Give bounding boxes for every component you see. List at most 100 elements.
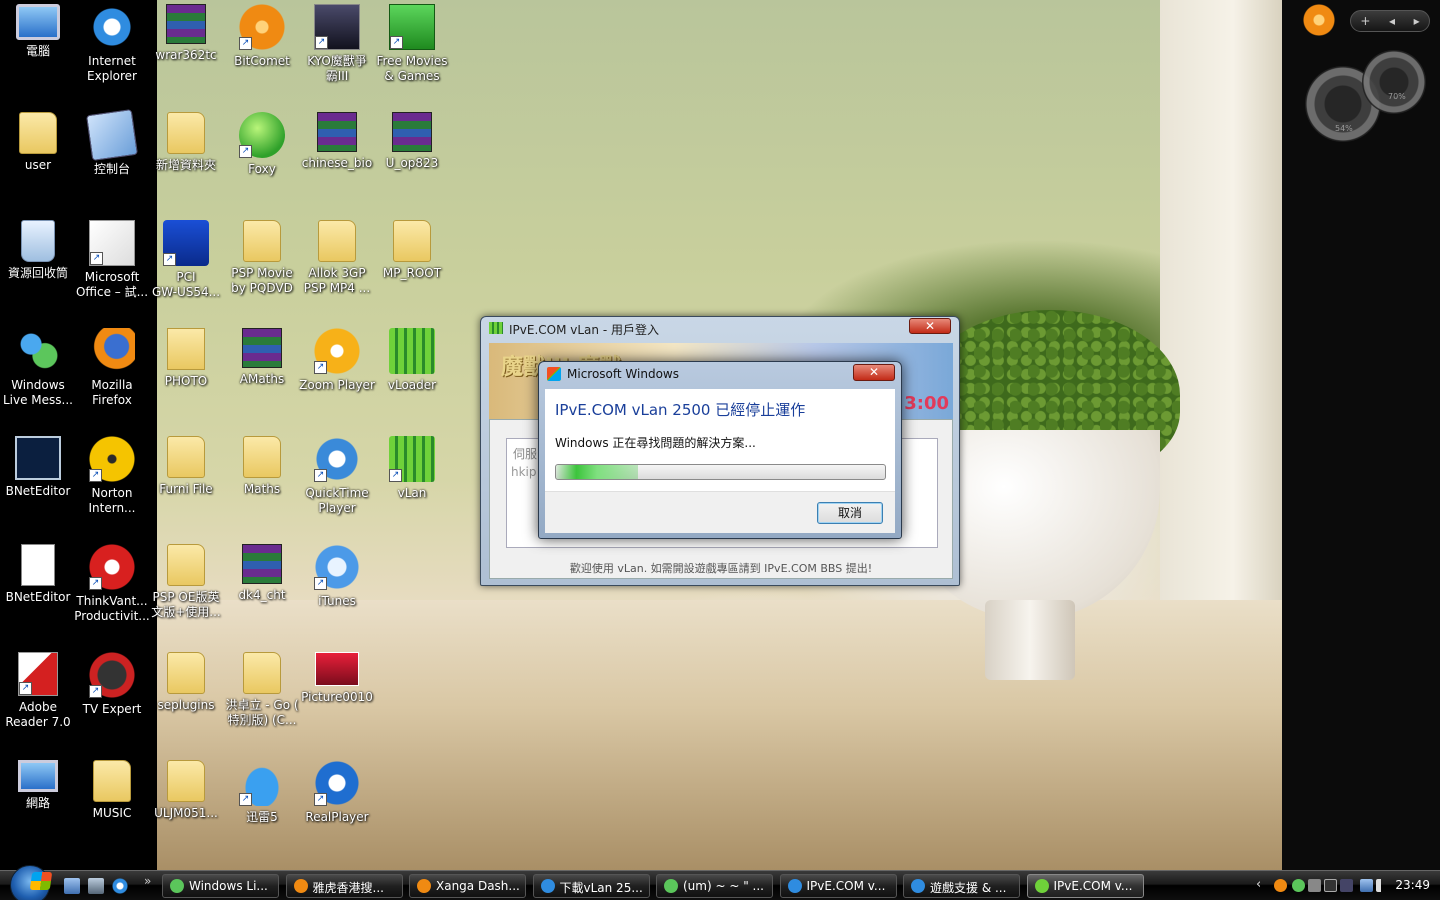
desktop-icon-label: ULJM051... [154,806,218,820]
desktop-icon-thunder5[interactable]: ↗ 迅雷5 [224,760,300,825]
desktop-icon-furni-file[interactable]: Furni File [148,436,224,497]
desktop-icon-label: AMaths [239,372,285,386]
desktop-icon-norton[interactable]: ↗ Norton Intern... [74,436,150,516]
desktop-icon-mp-root[interactable]: MP_ROOT [374,220,450,281]
desktop-icon-bneteditor-2[interactable]: BNetEditor [0,544,76,605]
desktop-icon-hung-go[interactable]: 洪卓立 - Go ( 特別版) (C... [224,652,300,728]
desktop-icon-maths[interactable]: Maths [224,436,300,497]
desktop-icon-label: Windows Live Mess... [2,378,73,407]
firefox-icon [89,328,135,374]
messenger-tray-icon[interactable] [1292,879,1305,892]
desktop-icon-music[interactable]: MUSIC [74,760,150,821]
cancel-button[interactable]: 取消 [817,502,883,524]
desktop-icon-adobe-reader[interactable]: ↗ Adobe Reader 7.0 [0,652,76,730]
desktop-icon-seplugins[interactable]: seplugins [148,652,224,713]
realplayer-icon: ↗ [314,760,360,806]
desktop-icon-vlan[interactable]: ↗ vLan [374,436,450,501]
desktop-icon-bitcomet[interactable]: ↗ BitComet [224,4,300,69]
taskbar-button[interactable]: IPvE.COM v... [779,874,897,898]
desktop-icon-new-folder[interactable]: 新增資料夾 [148,112,224,173]
desktop-icon-pci-gw-us54[interactable]: ↗ PCI GW-US54... [148,220,224,300]
desktop-icon-psp-movie[interactable]: PSP Movie by PQDVD [224,220,300,296]
desktop-icon-kyo-warcraft[interactable]: ↗ KYO魔獸爭 霸III [299,4,375,84]
desktop-icon-photo[interactable]: PHOTO [148,328,224,389]
desktop-icon-user[interactable]: user [0,112,76,173]
desktop-icon-windows-live-messenger[interactable]: Windows Live Mess... [0,328,76,408]
desktop-icon-u-op823[interactable]: U_op823 [374,112,450,171]
norton-icon: ↗ [89,436,135,482]
desktop-icon-label: U_op823 [385,156,439,170]
winrar-icon [242,328,282,368]
folder-icon [243,220,281,262]
show-hidden-icons-icon[interactable]: ‹ [1256,877,1261,892]
taskbar-button[interactable]: Xanga Dash... [409,874,526,898]
desktop-icon-quicktime[interactable]: ↗ QuickTime Player [299,436,375,516]
taskbar-button[interactable]: 下載vLan 25... [532,874,650,898]
desktop-icon-uljm051[interactable]: ULJM051... [148,760,224,821]
desktop-icon-realplayer[interactable]: ↗ RealPlayer [299,760,375,825]
internet-explorer-icon[interactable] [112,878,128,894]
add-gadget-button[interactable]: + [1360,14,1370,28]
image-thumbnail-icon [315,652,359,686]
desktop-icon-allok[interactable]: Allok 3GP PSP MP4 ... [299,220,375,296]
shortcut-arrow-icon: ↗ [89,685,102,698]
volume-icon[interactable] [1376,879,1389,892]
desktop-icon-mozilla-firefox[interactable]: Mozilla Firefox [74,328,150,408]
taskbar-button-label: IPvE.COM v... [806,879,886,893]
taskbar-button[interactable]: (um) ~ ~ " ... [656,874,773,898]
sidebar-controls: + ◂ ▸ [1350,10,1430,32]
desktop-icon-itunes[interactable]: ↗ iTunes [299,544,375,609]
desktop-icon-foxy[interactable]: ↗ Foxy [224,112,300,177]
previous-gadget-button[interactable]: ◂ [1389,14,1395,28]
taskbar-button[interactable]: IPvE.COM v... [1026,874,1144,898]
network-tray-icon[interactable] [1360,879,1373,892]
wallpaper-pot-stem [985,600,1075,680]
show-desktop-icon[interactable] [64,878,80,894]
desktop-icon-microsoft-office[interactable]: ↗ Microsoft Office – 試... [74,220,150,300]
messenger-icon [15,328,61,374]
folder-icon [393,220,431,262]
start-button[interactable] [10,865,53,900]
desktop-icon-dk4-cht[interactable]: dk4_cht [224,544,300,603]
desktop-icon-zoom-player[interactable]: ↗ Zoom Player [299,328,375,393]
shortcut-arrow-icon: ↗ [19,682,32,695]
desktop-icon-picture0010[interactable]: Picture0010 [299,652,375,705]
desktop-icon-thinkvantage[interactable]: ↗ ThinkVant... Productivit... [74,544,150,624]
desktop-icon-amaths[interactable]: AMaths [224,328,300,387]
error-dialog-titlebar[interactable]: Microsoft Windows ✕ [539,362,901,386]
error-dialog-close-button[interactable]: ✕ [853,364,895,381]
sidebar-bitcomet-icon[interactable] [1302,4,1336,36]
desktop-icon-vloader[interactable]: vLoader [374,328,450,393]
taskbar-button[interactable]: 雅虎香港搜... [285,874,403,898]
quick-launch-more-icon[interactable]: » [144,874,151,888]
desktop-icon-control-panel[interactable]: 控制台 [74,109,150,177]
clock[interactable]: 23:49 [1395,878,1430,892]
shortcut-arrow-icon: ↗ [239,793,252,806]
vlan-close-button[interactable]: ✕ [909,318,951,334]
vlan-titlebar[interactable]: IPvE.COM vLan - 用戶登入 ✕ [481,317,959,339]
desktop-icon-label: 新增資料夾 [155,158,216,172]
app-tray-icon[interactable] [1324,879,1337,892]
desktop-icon-free-movies[interactable]: ↗ Free Movies & Games [374,4,450,84]
desktop-icon-chinese-bio[interactable]: chinese_bio [299,112,375,171]
desktop-icon-network[interactable]: 網路 [0,760,76,811]
taskbar-button[interactable]: Windows Li... [162,874,279,898]
desktop-icon-computer[interactable]: 電腦 [0,4,76,59]
next-gadget-button[interactable]: ▸ [1414,14,1420,28]
desktop-icon-label: seplugins [157,698,215,712]
shortcut-arrow-icon: ↗ [89,577,102,590]
memory-meter-gadget[interactable]: 70% [1362,50,1426,114]
user-tray-icon[interactable] [1308,879,1321,892]
desktop-icon-psp-oe[interactable]: PSP OE版英 文版+使用... [148,544,224,620]
desktop-icon-wrar362tc[interactable]: wrar362tc [148,4,224,63]
settings-tray-icon[interactable] [1340,879,1353,892]
switch-windows-icon[interactable] [88,878,104,894]
taskbar-button[interactable]: 遊戲支援 & ... [903,874,1020,898]
desktop-icon-internet-explorer[interactable]: Internet Explorer [74,4,150,84]
bitcomet-tray-icon[interactable] [1274,879,1287,892]
vlan-server-list-item[interactable]: hkip [511,465,537,479]
desktop-icon-tv-expert[interactable]: ↗ TV Expert [74,652,150,717]
desktop-icon-recycle-bin[interactable]: 資源回收筒 [0,220,76,281]
error-dialog[interactable]: Microsoft Windows ✕ IPvE.COM vLan 2500 已… [538,361,902,539]
desktop-icon-bneteditor[interactable]: BNetEditor [0,436,76,499]
